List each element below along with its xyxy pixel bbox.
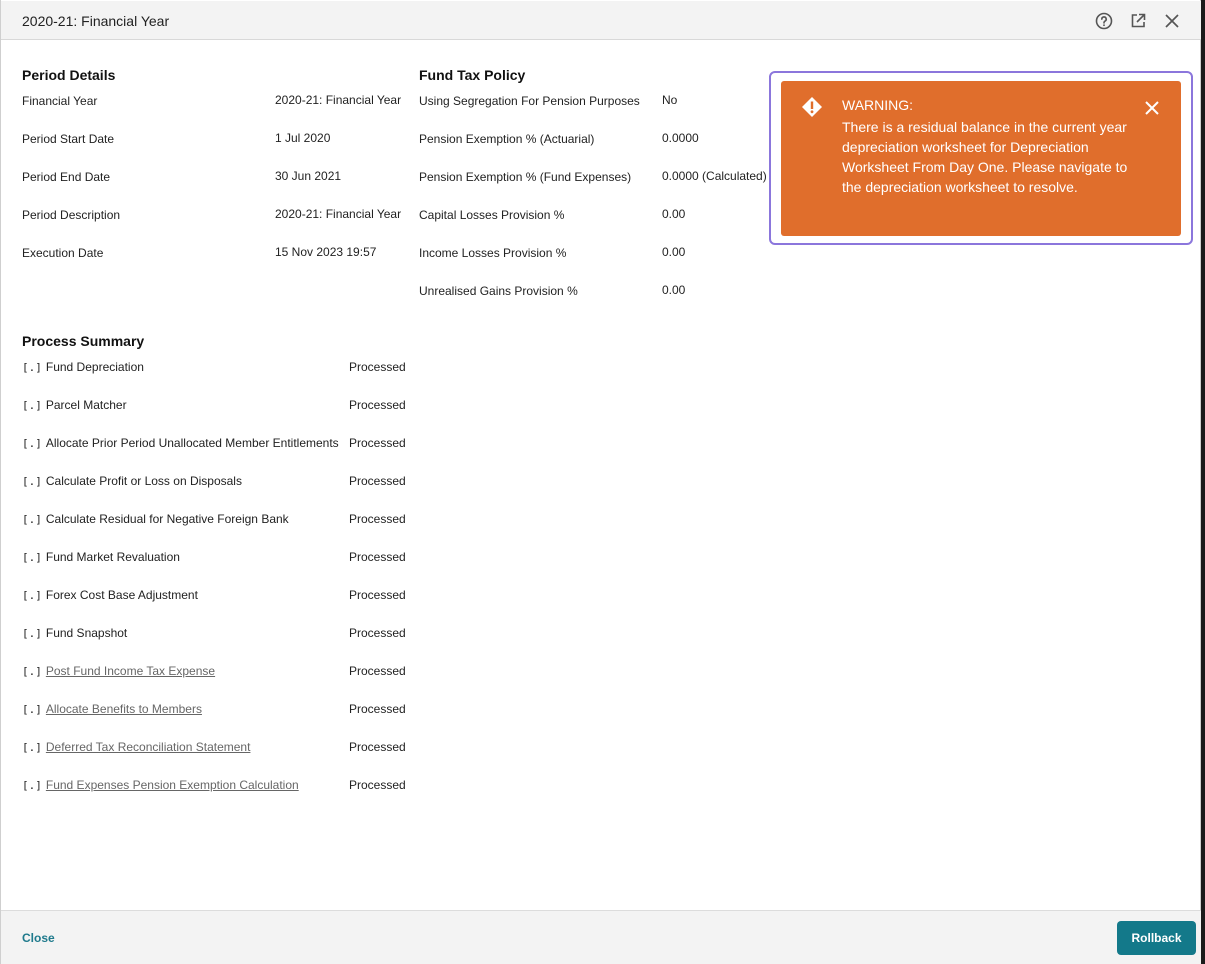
period-detail-value: 30 Jun 2021	[275, 169, 342, 183]
process-bracket: [.]	[22, 589, 42, 602]
period-detail-label: Period Start Date	[22, 132, 115, 146]
process-name[interactable]: Fund Expenses Pension Exemption Calculat…	[46, 778, 299, 792]
process-name[interactable]: Deferred Tax Reconciliation Statement	[46, 740, 251, 754]
period-detail-value: 2020-21: Financial Year	[275, 93, 402, 107]
rollback-button[interactable]: Rollback	[1117, 921, 1196, 955]
process-status: Processed	[349, 588, 406, 602]
process-name[interactable]: Allocate Benefits to Members	[46, 702, 202, 716]
process-status: Processed	[349, 626, 406, 640]
tax-policy-value: 0.00	[662, 207, 686, 221]
period-detail-label: Period End Date	[22, 170, 111, 184]
process-bracket: [.]	[22, 513, 42, 526]
process-status: Processed	[349, 740, 406, 754]
process-status: Processed	[349, 702, 406, 716]
process-bracket: [.]	[22, 437, 42, 450]
warning-message: There is a residual balance in the curre…	[842, 119, 1128, 195]
warning-heading: WARNING:	[842, 97, 914, 113]
period-detail-label: Financial Year	[22, 94, 98, 108]
process-status: Processed	[349, 398, 406, 412]
process-bracket: [.]	[22, 399, 42, 412]
process-status: Processed	[349, 664, 406, 678]
warning-diamond-icon	[801, 96, 823, 123]
process-name: Parcel Matcher	[45, 398, 127, 412]
process-name: Fund Depreciation	[45, 360, 144, 374]
period-detail-label: Execution Date	[22, 246, 104, 260]
dialog-header: 2020-21: Financial Year	[1, 1, 1201, 40]
tax-policy-label: Using Segregation For Pension Purposes	[419, 94, 640, 108]
tax-policy-label: Pension Exemption % (Fund Expenses)	[419, 170, 632, 184]
process-name: Fund Market Revaluation	[45, 550, 180, 564]
process-row: [.] Fund Snapshot	[22, 626, 127, 642]
process-status: Processed	[349, 474, 406, 488]
process-bracket: [.]	[22, 627, 42, 640]
process-status: Processed	[349, 436, 406, 450]
process-name: Fund Snapshot	[45, 626, 128, 640]
toast-close-icon[interactable]	[1143, 99, 1161, 117]
process-status: Processed	[349, 360, 406, 374]
process-name: Allocate Prior Period Unallocated Member…	[45, 436, 339, 450]
process-status: Processed	[349, 512, 406, 526]
period-detail-value: 15 Nov 2023 19:57	[275, 245, 377, 259]
close-link[interactable]: Close	[22, 931, 55, 945]
tax-policy-value: 0.0000 (Calculated)	[662, 169, 767, 183]
dialog-footer: Close Rollback	[1, 910, 1201, 964]
process-name: Calculate Residual for Negative Foreign …	[45, 512, 289, 526]
tax-policy-label: Capital Losses Provision %	[419, 208, 565, 222]
process-bracket: [.]	[22, 703, 42, 716]
process-row: [.] Forex Cost Base Adjustment	[22, 588, 198, 604]
tax-policy-value: 0.00	[662, 245, 686, 259]
process-row: [.] Parcel Matcher	[22, 398, 127, 414]
tax-policy-label: Unrealised Gains Provision %	[419, 284, 578, 298]
process-bracket: [.]	[22, 779, 42, 792]
external-link-icon[interactable]	[1128, 11, 1148, 31]
process-name: Calculate Profit or Loss on Disposals	[45, 474, 242, 488]
process-row: [.] Allocate Prior Period Unallocated Mem…	[22, 436, 339, 452]
process-name[interactable]: Post Fund Income Tax Expense	[46, 664, 215, 678]
tax-policy-value: 0.0000	[662, 131, 699, 145]
fund-tax-policy-title: Fund Tax Policy	[419, 67, 526, 83]
process-bracket: [.]	[22, 741, 42, 754]
process-row: [.] Deferred Tax Reconciliation Statement	[22, 740, 250, 756]
period-detail-label: Period Description	[22, 208, 121, 222]
process-bracket: [.]	[22, 361, 42, 374]
dialog-title: 2020-21: Financial Year	[22, 13, 170, 29]
tax-policy-label: Pension Exemption % (Actuarial)	[419, 132, 595, 146]
help-circle-icon[interactable]	[1094, 11, 1114, 31]
process-bracket: [.]	[22, 475, 42, 488]
process-summary-title: Process Summary	[22, 333, 145, 349]
process-bracket: [.]	[22, 665, 42, 678]
process-row: [.] Fund Market Revaluation	[22, 550, 180, 566]
process-row: [.] Calculate Profit or Loss on Disposals	[22, 474, 242, 490]
close-icon[interactable]	[1162, 11, 1182, 31]
process-row: [.] Fund Expenses Pension Exemption Calcu…	[22, 778, 299, 794]
period-detail-value: 2020-21: Financial Year	[275, 207, 402, 221]
process-row: [.] Post Fund Income Tax Expense	[22, 664, 215, 680]
process-bracket: [.]	[22, 551, 42, 564]
process-row: [.] Allocate Benefits to Members	[22, 702, 202, 718]
tax-policy-label: Income Losses Provision %	[419, 246, 567, 260]
period-details-title: Period Details	[22, 67, 116, 83]
period-detail-value: 1 Jul 2020	[275, 131, 331, 145]
process-status: Processed	[349, 550, 406, 564]
tax-policy-value: 0.00	[662, 283, 686, 297]
tax-policy-value: No	[662, 93, 678, 107]
process-row: [.] Calculate Residual for Negative Forei…	[22, 512, 289, 528]
process-row: [.] Fund Depreciation	[22, 360, 144, 376]
process-status: Processed	[349, 778, 406, 792]
process-name: Forex Cost Base Adjustment	[45, 588, 198, 602]
warning-toast: WARNING: There is a residual balance in …	[781, 81, 1181, 236]
